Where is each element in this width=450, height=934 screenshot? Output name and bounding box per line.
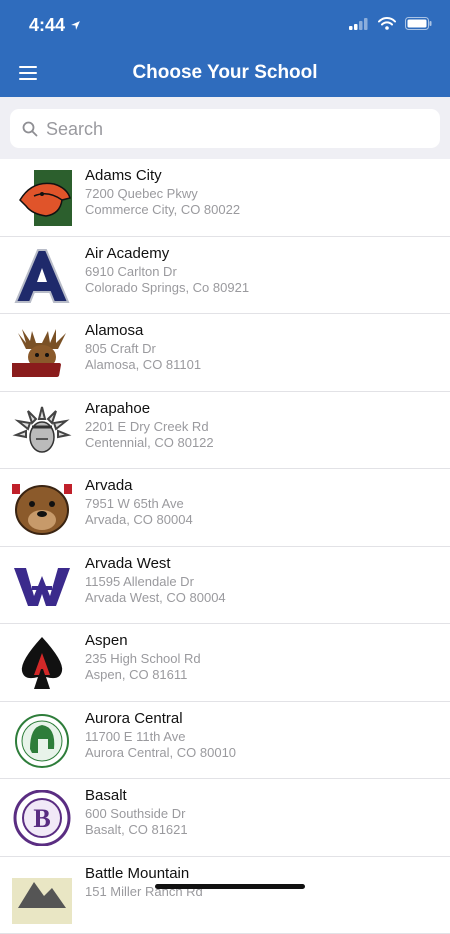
bulldog-logo-icon (12, 480, 72, 536)
list-item[interactable]: B Basalt 600 Southside Dr Basalt, CO 816… (0, 779, 450, 857)
search-input[interactable] (44, 109, 428, 150)
school-name: Air Academy (85, 245, 169, 262)
list-item[interactable]: Alamosa 805 Craft Dr Alamosa, CO 81101 (0, 314, 450, 392)
school-name: Alamosa (85, 322, 143, 339)
school-address-line2: Colorado Springs, Co 80921 (85, 280, 249, 295)
status-indicators (349, 17, 432, 30)
school-name: Basalt (85, 787, 127, 804)
battery-icon (405, 17, 432, 30)
school-address-line1: 805 Craft Dr (85, 341, 156, 356)
school-address-line2: Arvada West, CO 80004 (85, 590, 226, 605)
search-icon (22, 121, 38, 137)
mountain-logo-icon (12, 868, 72, 924)
svg-text:B: B (33, 804, 50, 833)
school-address-line1: 6910 Carlton Dr (85, 264, 177, 279)
school-address-line1: 7200 Quebec Pkwy (85, 186, 198, 201)
school-address-line2: Aspen, CO 81611 (85, 667, 187, 682)
school-address-line1: 11700 E 11th Ave (85, 729, 185, 744)
school-list: Adams City 7200 Quebec Pkwy Commerce Cit… (0, 159, 450, 934)
school-name: Arvada West (85, 555, 171, 572)
list-item[interactable]: Air Academy 6910 Carlton Dr Colorado Spr… (0, 237, 450, 315)
school-name: Battle Mountain (85, 865, 189, 882)
wifi-icon (378, 17, 396, 30)
school-name: Aurora Central (85, 710, 183, 727)
school-address-line2: Basalt, CO 81621 (85, 822, 188, 837)
school-address-line1: 235 High School Rd (85, 651, 201, 666)
app-header: 4:44 Choose Your School (0, 0, 450, 97)
school-address-line1: 11595 Allendale Dr (85, 574, 194, 589)
school-address-line2: Centennial, CO 80122 (85, 435, 214, 450)
moose-logo-icon (12, 325, 72, 381)
school-address-line2: Arvada, CO 80004 (85, 512, 193, 527)
search-bar[interactable] (10, 109, 440, 148)
location-arrow-icon (70, 20, 81, 31)
school-address-line2: Aurora Central, CO 80010 (85, 745, 236, 760)
warrior-headdress-logo-icon (12, 403, 72, 459)
school-address-line2: Commerce City, CO 80022 (85, 202, 240, 217)
status-time-text: 4:44 (29, 15, 65, 36)
list-item[interactable]: Aurora Central 11700 E 11th Ave Aurora C… (0, 702, 450, 780)
school-name: Adams City (85, 167, 162, 184)
list-item[interactable]: Aspen 235 High School Rd Aspen, CO 81611 (0, 624, 450, 702)
status-time: 4:44 (29, 15, 81, 36)
list-item[interactable]: Arvada 7951 W 65th Ave Arvada, CO 80004 (0, 469, 450, 547)
list-item[interactable]: Adams City 7200 Quebec Pkwy Commerce Cit… (0, 159, 450, 237)
cellular-signal-icon (349, 18, 369, 30)
school-address-line2: Alamosa, CO 81101 (85, 357, 201, 372)
home-indicator[interactable] (155, 884, 305, 889)
list-item[interactable]: Battle Mountain 151 Miller Ranch Rd (0, 857, 450, 934)
school-name: Arvada (85, 477, 133, 494)
eagle-logo-icon (12, 170, 72, 226)
spartan-helmet-logo-icon (12, 713, 72, 769)
b-seal-logo-icon: B (12, 790, 72, 846)
aw-monogram-logo-icon (12, 558, 72, 614)
letter-a-logo-icon (12, 248, 72, 304)
page-title: Choose Your School (0, 62, 450, 84)
school-address-line1: 600 Southside Dr (85, 806, 185, 821)
list-item[interactable]: Arvada West 11595 Allendale Dr Arvada We… (0, 547, 450, 625)
school-name: Aspen (85, 632, 128, 649)
school-name: Arapahoe (85, 400, 150, 417)
school-address-line1: 2201 E Dry Creek Rd (85, 419, 209, 434)
list-item[interactable]: Arapahoe 2201 E Dry Creek Rd Centennial,… (0, 392, 450, 470)
school-address-line1: 7951 W 65th Ave (85, 496, 184, 511)
spade-a-logo-icon (12, 635, 72, 691)
